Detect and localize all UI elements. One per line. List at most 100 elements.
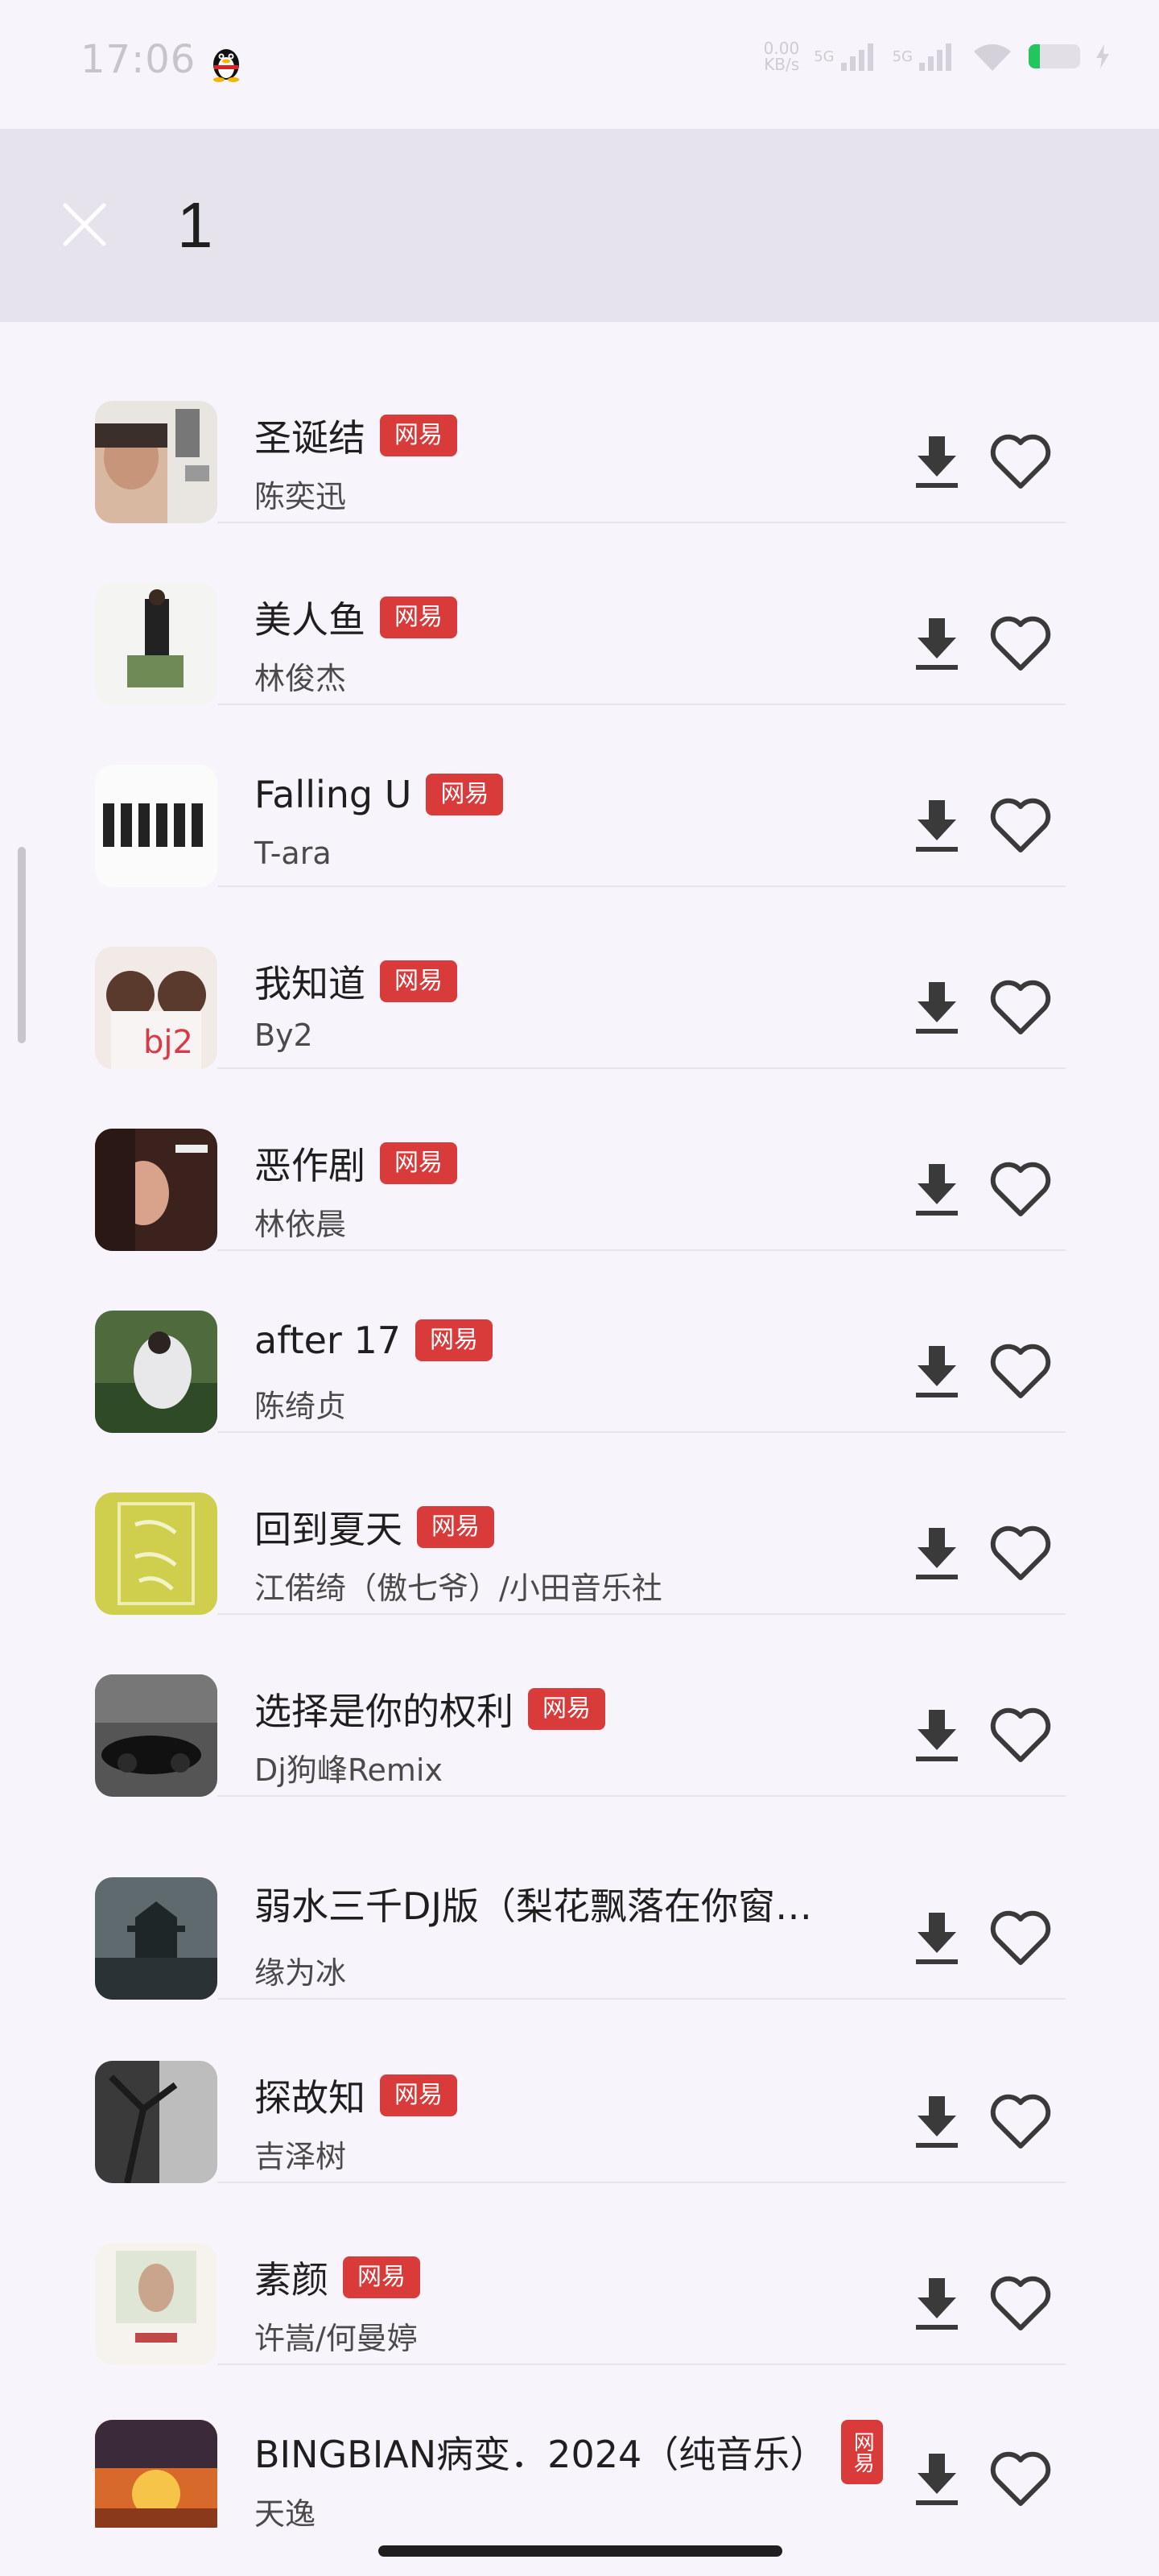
song-row[interactable]: after 17 网易 陈绮贞 (0, 1232, 1159, 1433)
download-icon (916, 1710, 958, 1761)
scrollbar[interactable] (18, 847, 26, 1043)
song-title-line: 圣诞结 网易 (254, 409, 457, 462)
song-row[interactable]: 圣诞结 网易 陈奕迅 (0, 322, 1159, 523)
song-row[interactable]: 探故知 网易 吉泽树 (0, 1982, 1159, 2183)
download-icon (916, 1346, 958, 1397)
close-button[interactable] (50, 190, 119, 259)
download-button[interactable] (908, 976, 966, 1040)
song-row[interactable]: 弱水三千DJ版（梨花飘落在你窗… 缘为冰 (0, 1777, 1159, 2000)
heart-icon (990, 434, 1051, 489)
download-icon (916, 436, 958, 488)
download-button[interactable] (908, 1703, 966, 1768)
signal-1-label: 5G (814, 47, 835, 65)
heart-icon (990, 616, 1051, 671)
signal-1: 5G (814, 42, 877, 71)
download-icon (916, 1528, 958, 1579)
favorite-button[interactable] (984, 2270, 1058, 2338)
heart-icon (990, 1525, 1051, 1580)
song-row[interactable]: 选择是你的权利 网易 Dj狗峰Remix (0, 1596, 1159, 1797)
favorite-button[interactable] (984, 1520, 1058, 1587)
song-title: 探故知 (254, 2076, 365, 2120)
song-title-line: 回到夏天 网易 (254, 1501, 494, 1554)
download-icon (916, 982, 958, 1034)
song-title-line: Falling U 网易 (254, 773, 504, 816)
heart-icon (990, 2094, 1051, 2149)
heart-icon (990, 1707, 1051, 1762)
song-title-line: after 17 网易 (254, 1319, 493, 1362)
song-list: 圣诞结 网易 陈奕迅 美人鱼 网易 林俊杰 Falling U 网易 T-ara… (0, 322, 1159, 2528)
song-row[interactable]: 恶作剧 网易 林依晨 (0, 1050, 1159, 1251)
source-badge: 网易 (841, 2420, 884, 2484)
song-artist: 天逸 (254, 2496, 316, 2528)
source-badge: 网易 (380, 2074, 457, 2116)
network-speed: 0.00 KB/s (763, 39, 800, 74)
source-badge: 网易 (380, 1142, 457, 1184)
favorite-button[interactable] (984, 1905, 1058, 1972)
download-button[interactable] (908, 2272, 966, 2336)
search-input[interactable]: 1 (177, 187, 213, 264)
song-row[interactable]: 素颜 网易 许嵩/何曼婷 (0, 2164, 1159, 2365)
song-title-line: 恶作剧 网易 (254, 1137, 457, 1190)
source-badge: 网易 (343, 2256, 420, 2298)
download-button[interactable] (908, 2447, 966, 2512)
song-row[interactable]: 回到夏天 网易 江偌绮（傲七爷）/小田音乐社 (0, 1414, 1159, 1615)
download-button[interactable] (908, 1158, 966, 1222)
heart-icon (990, 1162, 1051, 1216)
favorite-button[interactable] (984, 1338, 1058, 1406)
download-button[interactable] (908, 1340, 966, 1404)
battery-level (1029, 44, 1040, 68)
song-title-line: 素颜 网易 (254, 2251, 420, 2304)
download-button[interactable] (908, 794, 966, 858)
charging-icon (1096, 44, 1109, 68)
status-indicators: 0.00 KB/s 5G 5G (748, 40, 1111, 72)
heart-icon (990, 980, 1051, 1034)
song-row[interactable]: bj2 我知道 网易 By2 (0, 868, 1159, 1069)
signal-2: 5G (893, 42, 956, 71)
favorite-button[interactable] (984, 2088, 1058, 2156)
favorite-button[interactable] (984, 974, 1058, 1042)
album-cover (95, 2420, 217, 2528)
song-artist: By2 (254, 1018, 313, 1053)
download-button[interactable] (908, 2090, 966, 2154)
favorite-button[interactable] (984, 1156, 1058, 1224)
song-title: 素颜 (254, 2258, 328, 2301)
search-bar (0, 129, 1159, 322)
source-badge: 网易 (528, 1688, 605, 1730)
song-title: 弱水三千DJ版（梨花飘落在你窗… (254, 1885, 812, 1928)
favorite-button[interactable] (984, 428, 1058, 496)
status-time: 17:06 (80, 37, 196, 82)
favorite-button[interactable] (984, 610, 1058, 678)
source-badge: 网易 (380, 597, 457, 638)
signal-bars-icon (840, 43, 873, 71)
heart-icon (990, 2276, 1051, 2330)
favorite-button[interactable] (984, 792, 1058, 860)
download-button[interactable] (908, 612, 966, 676)
status-bar: 17:06 0.00 KB/s 5G 5G (0, 0, 1159, 129)
song-title: 圣诞结 (254, 416, 365, 460)
song-title-line: BINGBIAN病变．2024（纯音乐） 网易 (254, 2420, 884, 2484)
download-icon (916, 618, 958, 670)
signal-bars-icon (919, 43, 951, 71)
song-title-line: 选择是你的权利 网易 (254, 1682, 605, 1736)
song-row[interactable]: 美人鱼 网易 林俊杰 (0, 504, 1159, 705)
heart-icon (990, 1910, 1051, 1965)
song-title: BINGBIAN病变．2024（纯音乐） (254, 2433, 827, 2476)
heart-icon (990, 1344, 1051, 1398)
favorite-button[interactable] (984, 2446, 1058, 2513)
download-icon (916, 2278, 958, 2330)
download-button[interactable] (908, 1906, 966, 1971)
download-button[interactable] (908, 1521, 966, 1586)
song-title-line: 美人鱼 网易 (254, 591, 457, 644)
download-button[interactable] (908, 430, 966, 494)
song-row[interactable]: BINGBIAN病变．2024（纯音乐） 网易 天逸 (0, 2346, 1159, 2528)
song-title-line: 弱水三千DJ版（梨花飘落在你窗… (254, 1877, 812, 1930)
song-row[interactable]: Falling U 网易 T-ara (0, 686, 1159, 887)
download-icon (916, 2096, 958, 2148)
favorite-button[interactable] (984, 1702, 1058, 1769)
close-icon (63, 203, 106, 246)
home-indicator[interactable] (378, 2545, 782, 2557)
download-icon (916, 800, 958, 852)
qq-penguin-icon (208, 43, 245, 82)
download-icon (916, 2454, 958, 2505)
source-badge: 网易 (417, 1506, 494, 1548)
